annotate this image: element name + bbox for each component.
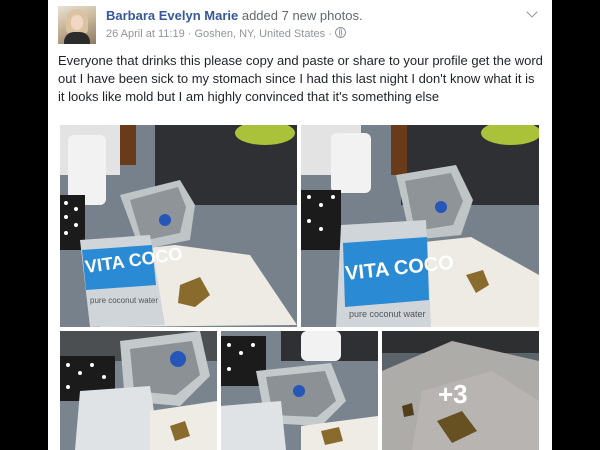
post-photo-2[interactable]: VITA COCO pure coconut water	[301, 125, 539, 327]
post-card: Barbara Evelyn Marie added 7 new photos.…	[48, 0, 552, 450]
more-photos-count: +3	[438, 379, 468, 409]
author-link[interactable]: Barbara Evelyn Marie	[106, 8, 238, 23]
post-title-line: Barbara Evelyn Marie added 7 new photos.	[106, 8, 363, 23]
can-sub-text: pure coconut water	[349, 309, 426, 319]
globe-icon[interactable]	[334, 27, 346, 38]
post-timestamp-location[interactable]: 26 April at 11:19 · Goshen, NY, United S…	[106, 28, 332, 40]
can-sub-text: pure coconut water	[90, 296, 158, 305]
post-meta: 26 April at 11:19 · Goshen, NY, United S…	[106, 27, 346, 40]
post-photo-3[interactable]	[60, 331, 217, 450]
more-photos-overlay[interactable]: +3	[382, 331, 539, 450]
post-header: Barbara Evelyn Marie added 7 new photos.…	[58, 6, 542, 46]
avatar[interactable]	[58, 6, 96, 44]
post-photo-5[interactable]: +3	[382, 331, 539, 450]
post-photo-4[interactable]	[221, 331, 378, 450]
chevron-down-icon[interactable]	[526, 6, 538, 18]
post-action: added 7 new photos.	[238, 8, 363, 23]
post-text: Everyone that drinks this please copy an…	[58, 53, 543, 104]
post-photo-1[interactable]: VITA COCO pure coconut water	[60, 125, 297, 327]
